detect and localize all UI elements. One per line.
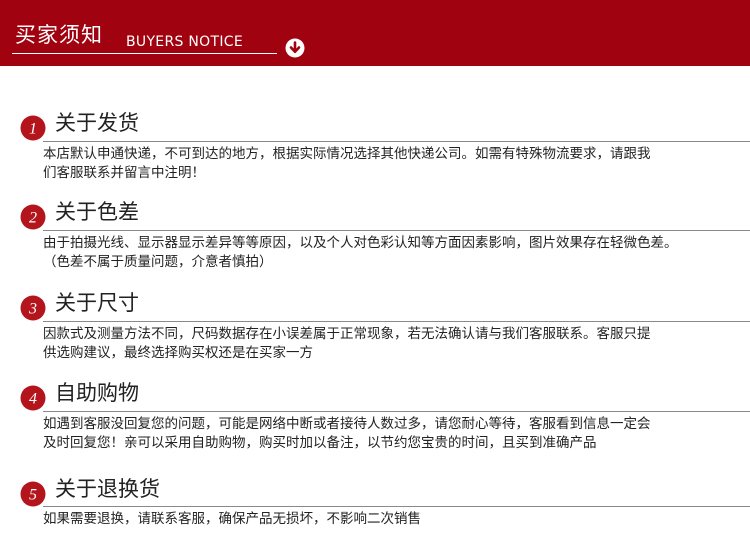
section-title: 自助购物 [55, 381, 139, 405]
svg-text:1: 1 [29, 121, 37, 138]
section-body: 由于拍摄光线、显示器显示差异等等原因，以及个人对色彩认知等方面因素影响，图片效果… [43, 234, 743, 272]
section-body: 如果需要退换，请联系客服，确保产品无损坏，不影响二次销售 [43, 510, 743, 529]
section-body: 如遇到客服没回复您的问题，可能是网络中断或者接待人数过多，请您耐心等待，客服看到… [43, 415, 743, 453]
arrow-down-circle-icon[interactable] [285, 38, 305, 58]
section-body: 因款式及测量方法不同，尺码数据存在小误差属于正常现象，若无法确认请与我们客服联系… [43, 325, 743, 363]
number-badge-icon: 2 [20, 204, 46, 230]
section-shipping: 1 关于发货 本店默认申通快递，不可到达的地方，根据实际情况选择其他快递公司。如… [0, 108, 750, 188]
section-color-difference: 2 关于色差 由于拍摄光线、显示器显示差异等等原因，以及个人对色彩认知等方面因素… [0, 197, 750, 277]
section-body-line: 因款式及测量方法不同，尺码数据存在小误差属于正常现象，若无法确认请与我们客服联系… [43, 326, 651, 342]
number-badge-icon: 1 [20, 115, 46, 141]
section-body-line: 供选购建议，最终选择购买权还是在买家一方 [43, 345, 313, 361]
svg-text:5: 5 [29, 487, 37, 504]
svg-text:2: 2 [29, 210, 37, 227]
section-divider [43, 506, 750, 507]
section-divider [43, 321, 750, 322]
section-divider [43, 230, 750, 231]
section-self-service: 4 自助购物 如遇到客服没回复您的问题，可能是网络中断或者接待人数过多，请您耐心… [0, 378, 750, 458]
section-divider [43, 411, 750, 412]
section-body-line: 如果需要退换，请联系客服，确保产品无损坏，不影响二次销售 [43, 511, 421, 527]
section-divider [43, 141, 750, 142]
section-body-line: 由于拍摄光线、显示器显示差异等等原因，以及个人对色彩认知等方面因素影响，图片效果… [43, 235, 678, 251]
section-body-line: （色差不属于质量问题，介意者慎拍） [43, 254, 273, 270]
section-body-line: 本店默认申通快递，不可到达的地方，根据实际情况选择其他快递公司。如需有特殊物流要… [43, 146, 651, 162]
section-body: 本店默认申通快递，不可到达的地方，根据实际情况选择其他快递公司。如需有特殊物流要… [43, 145, 743, 183]
section-returns: 5 关于退换货 如果需要退换，请联系客服，确保产品无损坏，不影响二次销售 [0, 474, 750, 536]
header-banner: 买家须知 BUYERS NOTICE [0, 0, 750, 66]
section-title: 关于色差 [55, 200, 139, 224]
section-body-line: 们客服联系并留言中注明！ [43, 165, 205, 181]
number-badge-icon: 5 [20, 481, 46, 507]
number-badge-icon: 4 [20, 385, 46, 411]
svg-text:3: 3 [28, 301, 37, 318]
number-badge-icon: 3 [20, 295, 46, 321]
header-underline [12, 53, 277, 54]
section-title: 关于尺寸 [55, 291, 139, 315]
section-title: 关于发货 [55, 111, 139, 135]
section-body-line: 及时回复您！亲可以采用自助购物，购买时加以备注，以节约您宝贵的时间，且买到准确产… [43, 435, 597, 451]
section-title: 关于退换货 [55, 477, 160, 501]
header-title: 买家须知 [15, 23, 103, 47]
section-size: 3 关于尺寸 因款式及测量方法不同，尺码数据存在小误差属于正常现象，若无法确认请… [0, 288, 750, 368]
svg-text:4: 4 [29, 391, 37, 408]
header-subtitle: BUYERS NOTICE [126, 34, 244, 50]
section-body-line: 如遇到客服没回复您的问题，可能是网络中断或者接待人数过多，请您耐心等待，客服看到… [43, 416, 651, 432]
